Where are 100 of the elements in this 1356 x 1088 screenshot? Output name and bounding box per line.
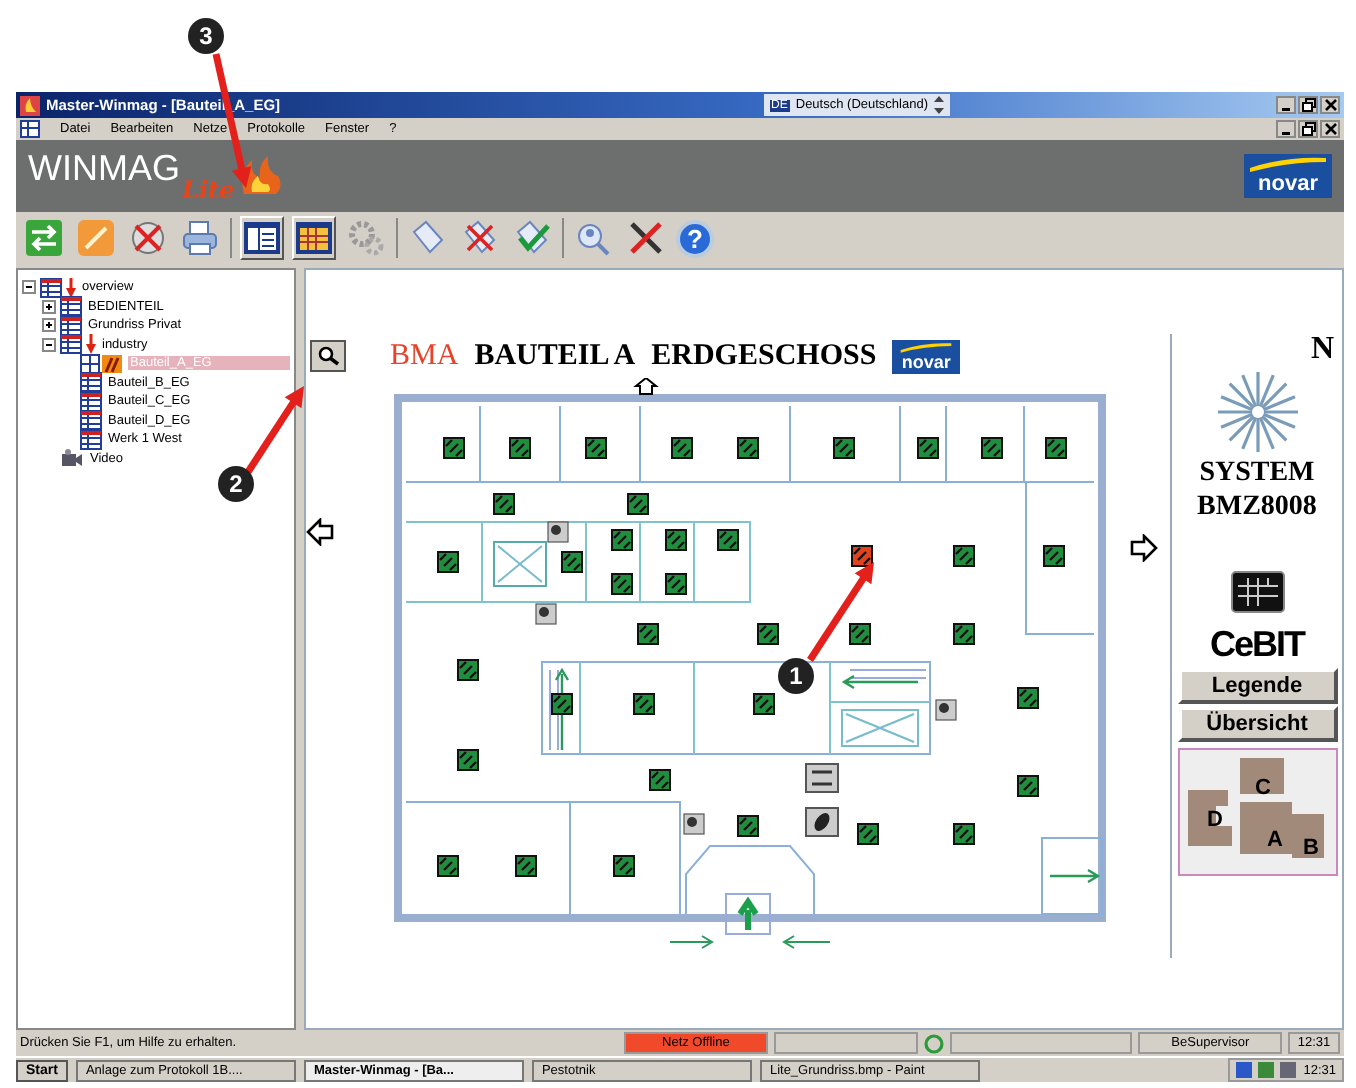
map-prefix: BMA — [390, 339, 459, 373]
detector-icon[interactable] — [457, 749, 479, 771]
bell-device-icon[interactable] — [805, 807, 839, 837]
detector-icon[interactable] — [1017, 687, 1039, 709]
document-icon — [20, 120, 40, 138]
floor-label: ERDGESCHOSS — [651, 339, 877, 373]
refresh-icon — [923, 1033, 944, 1053]
building-letter: C — [1255, 778, 1271, 800]
help-button[interactable]: ? — [676, 219, 714, 257]
detector-icon[interactable] — [1017, 775, 1039, 797]
novar-logo: novar — [1244, 154, 1332, 198]
device-icon[interactable] — [547, 521, 569, 543]
close-button[interactable] — [1320, 96, 1340, 114]
detector-icon[interactable] — [981, 437, 1003, 459]
detector-icon[interactable] — [611, 529, 633, 551]
edition-label: Lite — [182, 178, 235, 202]
callout-arrow — [807, 562, 874, 662]
detector-icon[interactable] — [633, 693, 655, 715]
model-label: BMZ8008 — [1197, 492, 1317, 524]
detector-icon[interactable] — [611, 573, 633, 595]
detector-icon[interactable] — [717, 529, 739, 551]
system-label: SYSTEM — [1199, 458, 1315, 490]
list-window-icon[interactable] — [240, 216, 284, 260]
minimize-button[interactable] — [1276, 96, 1296, 114]
detector-icon[interactable] — [671, 437, 693, 459]
detector-icon[interactable] — [953, 545, 975, 567]
device-icon[interactable] — [683, 813, 705, 835]
minimize-button[interactable] — [1276, 120, 1296, 138]
exchange-icon[interactable] — [22, 216, 66, 260]
detector-icon[interactable] — [665, 529, 687, 551]
detector-icon[interactable] — [457, 659, 479, 681]
detector-icon[interactable] — [953, 823, 975, 845]
plan-icon — [60, 296, 82, 317]
cebit-logo: CeBIT — [1209, 624, 1304, 666]
expand-toggle-icon[interactable] — [42, 337, 56, 352]
app-icon — [20, 95, 40, 115]
device-icon[interactable] — [935, 699, 957, 721]
detector-icon[interactable] — [757, 623, 779, 645]
close-button[interactable] — [1320, 120, 1340, 138]
detector-icon[interactable] — [613, 855, 635, 877]
spin-arrows-icon — [934, 96, 944, 114]
detector-icon[interactable] — [833, 437, 855, 459]
close-icon — [1323, 98, 1337, 112]
detector-icon[interactable] — [437, 551, 459, 573]
plan-icon — [60, 315, 82, 336]
plan-icon — [60, 334, 82, 355]
detector-icon[interactable] — [509, 437, 531, 459]
detector-icon[interactable] — [737, 437, 759, 459]
callout-marker: 3 — [188, 18, 224, 54]
printer-icon[interactable] — [178, 216, 222, 260]
building-letter: B — [1303, 838, 1319, 860]
detector-icon[interactable] — [493, 493, 515, 515]
swoosh-icon — [1250, 156, 1326, 174]
expand-toggle-icon[interactable] — [22, 280, 36, 295]
plan-icon — [80, 429, 102, 450]
compass-label: N — [1310, 334, 1334, 366]
restore-button[interactable] — [1298, 120, 1318, 138]
swoosh-icon — [898, 341, 955, 353]
detector-icon[interactable] — [1045, 437, 1067, 459]
detector-icon[interactable] — [953, 623, 975, 645]
detector-icon[interactable] — [753, 693, 775, 715]
no-entry-icon[interactable] — [126, 216, 170, 260]
tray-icons-icon — [1235, 1062, 1296, 1078]
right-arrow-icon[interactable] — [1130, 534, 1158, 562]
map-side-button[interactable]: Legende — [1177, 668, 1337, 704]
panel-device-icon[interactable] — [805, 763, 839, 793]
close-icon — [1323, 122, 1337, 136]
plan-icon — [80, 372, 102, 393]
expand-toggle-icon[interactable] — [42, 318, 56, 333]
detector-icon[interactable] — [443, 437, 465, 459]
map-side-button[interactable]: Übersicht — [1177, 706, 1337, 742]
detector-icon[interactable] — [849, 623, 871, 645]
panel-icon[interactable] — [1229, 570, 1285, 614]
camera-icon — [60, 448, 84, 469]
detector-icon[interactable] — [1043, 545, 1065, 567]
detector-icon[interactable] — [649, 769, 671, 791]
expand-toggle-icon[interactable] — [42, 299, 56, 314]
left-arrow-icon[interactable] — [306, 518, 334, 546]
novar-logo: novar — [892, 339, 961, 373]
building-drawing — [1187, 758, 1323, 858]
detector-icon[interactable] — [627, 493, 649, 515]
callout-arrow — [245, 386, 304, 474]
detector-icon[interactable] — [637, 623, 659, 645]
detector-icon[interactable] — [585, 437, 607, 459]
detector-icon[interactable] — [515, 855, 537, 877]
detector-icon[interactable] — [857, 823, 879, 845]
device-icon[interactable] — [535, 603, 557, 625]
grid-window-icon[interactable] — [292, 216, 336, 260]
detector-icon[interactable] — [737, 815, 759, 837]
detector-icon[interactable] — [561, 551, 583, 573]
detector-icon[interactable] — [551, 693, 573, 715]
restore-button[interactable] — [1298, 96, 1318, 114]
up-arrow-icon[interactable] — [633, 378, 659, 395]
zoom-button[interactable] — [310, 340, 346, 372]
building-letter: A — [1267, 830, 1283, 852]
detector-icon[interactable] — [917, 437, 939, 459]
detector-icon[interactable] — [665, 573, 687, 595]
detector-icon[interactable] — [851, 545, 873, 567]
product-name: WINMAG — [28, 150, 180, 186]
detector-icon[interactable] — [437, 855, 459, 877]
